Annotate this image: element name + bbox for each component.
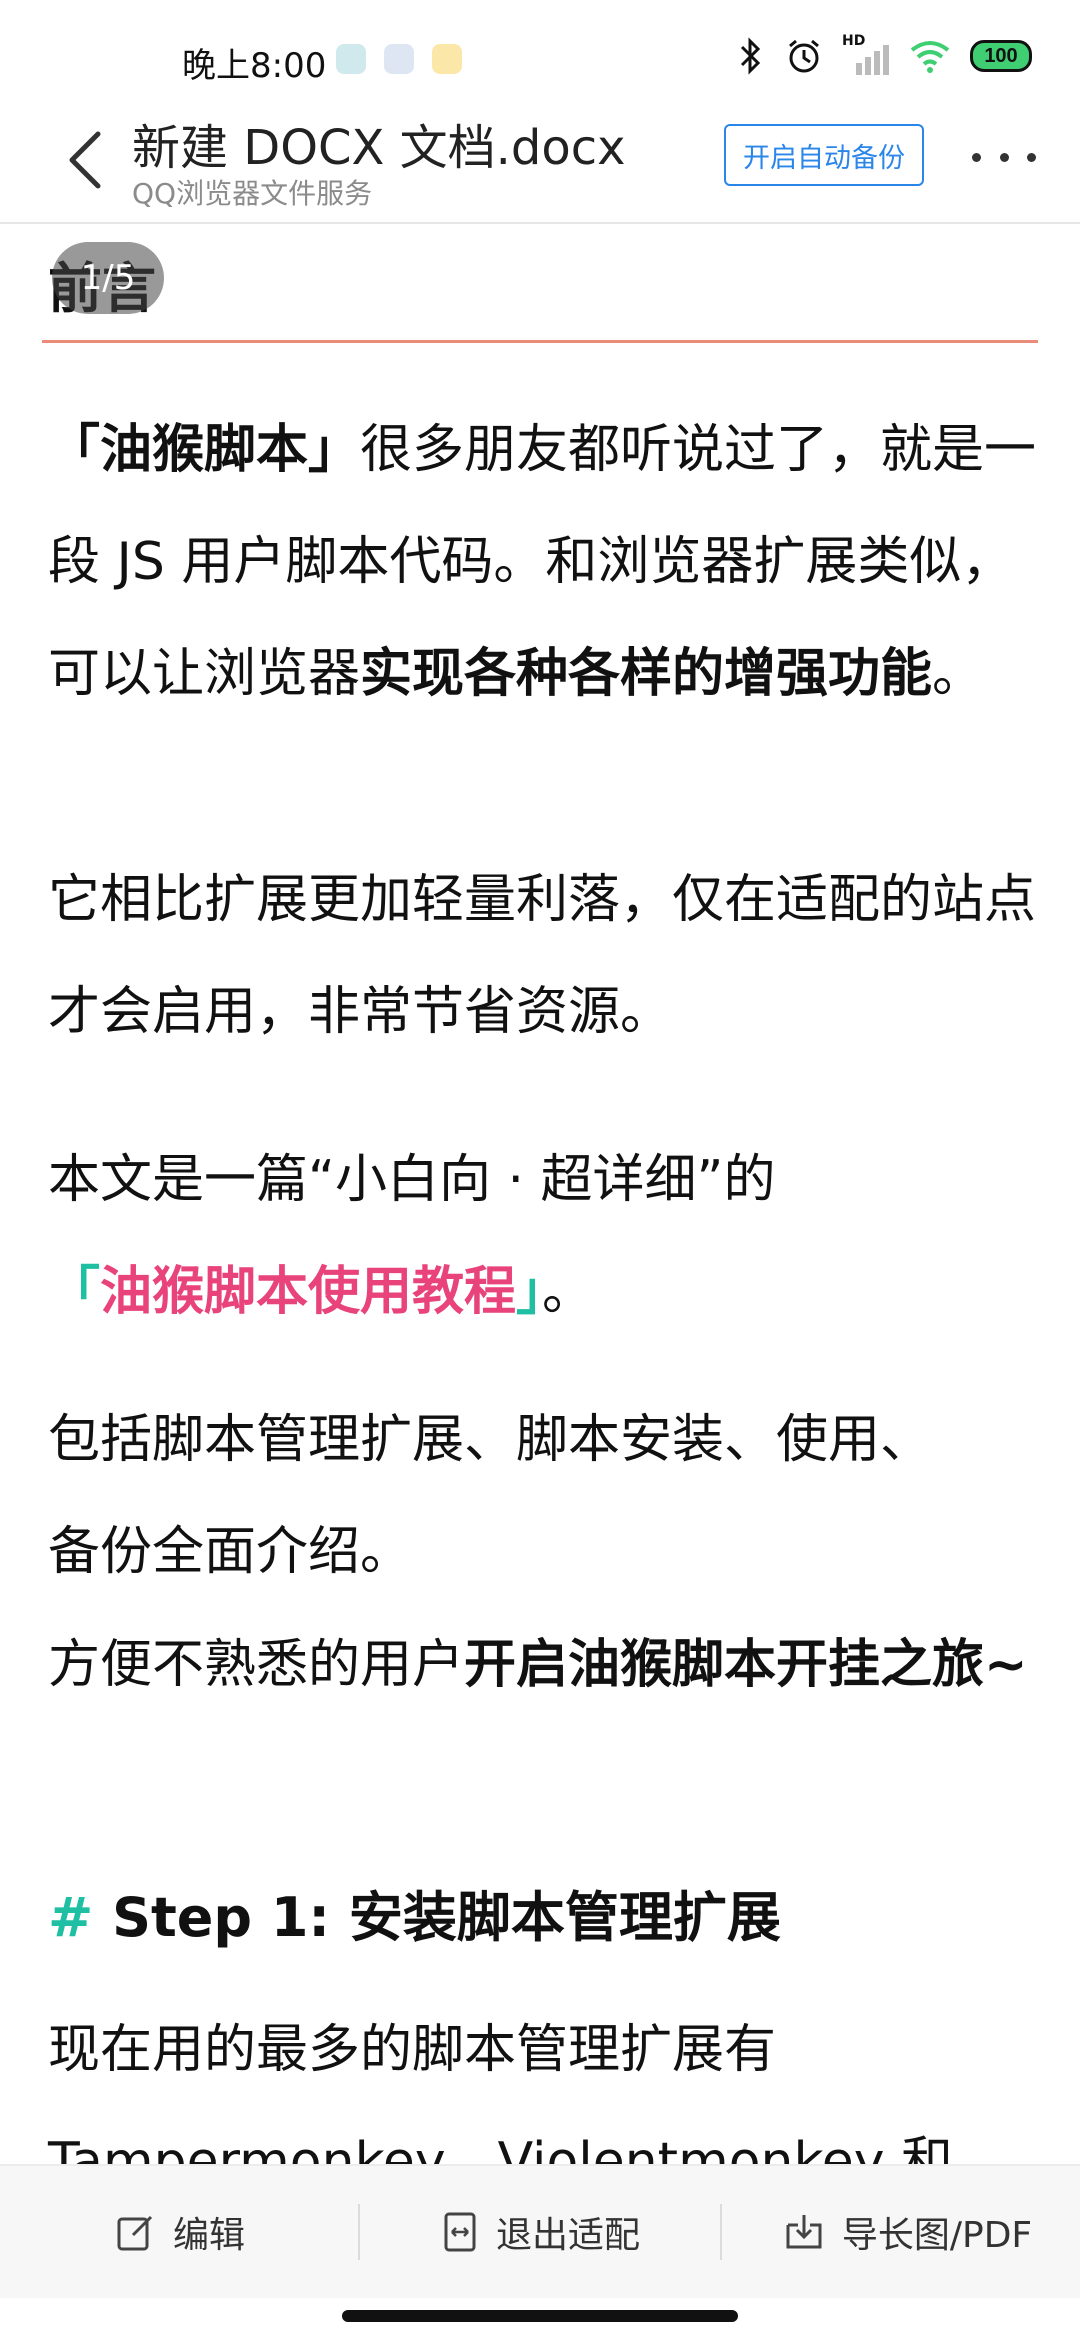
app-notification-icon xyxy=(432,44,462,74)
alarm-icon xyxy=(789,39,819,73)
tutorial-highlight: 油猴脚本使用教程 xyxy=(100,1262,517,1322)
export-long-image-pdf-button[interactable]: 导长图/PDF xyxy=(752,2166,1062,2298)
network-type-label: HD xyxy=(842,33,866,49)
exit-fit-button[interactable]: 退出适配 xyxy=(400,2166,680,2298)
bluetooth-icon xyxy=(740,37,761,75)
wifi-icon xyxy=(910,41,950,73)
export-icon xyxy=(786,2215,822,2249)
paragraph-managers: 现在用的最多的脚本管理扩展有 Tampermonkey、Violentmonke… xyxy=(48,2020,954,2164)
edit-icon xyxy=(117,2215,153,2251)
heading-hash: # xyxy=(48,1886,94,1949)
enable-auto-backup-button[interactable]: 开启自动备份 xyxy=(724,124,924,186)
bottom-toolbar: 编辑 退出适配 导长图/PDF xyxy=(0,2164,1080,2298)
toolbar-divider xyxy=(720,2204,722,2260)
paragraph-audience: 方便不熟悉的用户开启油猴脚本开挂之旅~ xyxy=(48,1635,1028,1695)
home-indicator[interactable] xyxy=(342,2310,738,2322)
document-title: 新建 DOCX 文档.docx xyxy=(132,120,626,176)
document-source: QQ浏览器文件服务 xyxy=(132,177,373,210)
app-notification-icon xyxy=(384,44,414,74)
app-notification-icon xyxy=(336,44,366,74)
heading-divider xyxy=(42,340,1038,343)
status-time: 晚上8:00 xyxy=(182,46,327,86)
paragraph-lightweight: 它相比扩展更加轻量利落，仅在适配的站点才会启用，非常节省资源。 xyxy=(48,870,1037,1042)
paragraph-tutorial: 本文是一篇“小白向 · 超详细”的 「油猴脚本使用教程」。 xyxy=(48,1150,776,1322)
toolbar-divider xyxy=(358,2204,360,2260)
status-icons: HD 100 xyxy=(736,33,1032,76)
edit-button[interactable]: 编辑 xyxy=(60,2166,300,2298)
app-header: 新建 DOCX 文档.docx QQ浏览器文件服务 开启自动备份 xyxy=(0,100,1080,224)
fit-screen-icon xyxy=(444,2212,476,2252)
document-viewer[interactable]: 前言 1/5 「油猴脚本」很多朋友都听说过了，就是一段 JS 用户脚本代码。和浏… xyxy=(0,224,1080,2164)
more-menu-icon[interactable] xyxy=(972,132,1036,182)
battery-icon: 100 xyxy=(970,40,1032,72)
back-icon[interactable] xyxy=(58,120,118,200)
step1-heading: # Step 1: 安装脚本管理扩展 xyxy=(48,1886,781,1949)
page-indicator: 1/5 xyxy=(52,242,164,314)
paragraph-intro: 「油猴脚本」很多朋友都听说过了，就是一段 JS 用户脚本代码。和浏览器扩展类似，… xyxy=(48,420,1037,704)
paragraph-scope: 包括脚本管理扩展、脚本安装、使用、备份全面介绍。 xyxy=(48,1410,933,1582)
signal-icon: HD xyxy=(842,33,890,75)
